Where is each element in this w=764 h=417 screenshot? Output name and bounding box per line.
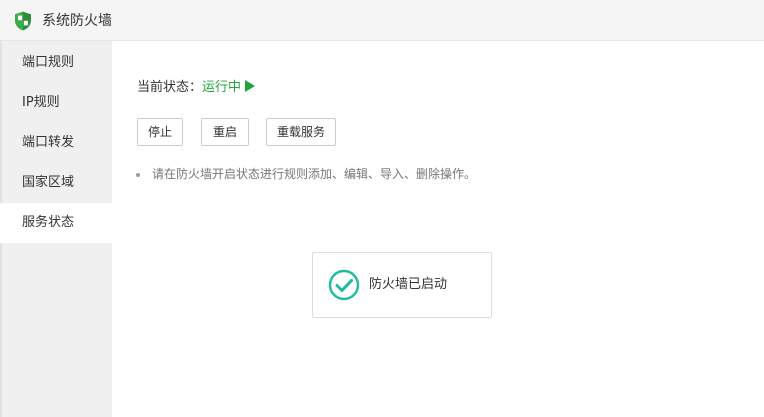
sidebar-item-port-rules[interactable]: 端口规则 [0, 43, 112, 83]
operation-note: 请在防火墙开启状态进行规则添加、编辑、导入、删除操作。 [136, 165, 476, 183]
firewall-status-box: 防火墙已启动 [312, 252, 492, 318]
firewall-window: 系统防火墙 端口规则 IP规则 端口转发 国家区域 服务状态 当前状态：运行中 … [0, 0, 764, 417]
sidebar-item-ip-rules[interactable]: IP规则 [0, 83, 112, 123]
reload-service-button[interactable]: 重载服务 [266, 118, 336, 146]
bullet-dot [136, 172, 140, 177]
note-text: 请在防火墙开启状态进行规则添加、编辑、导入、删除操作。 [152, 167, 477, 181]
firewall-started-text: 防火墙已启动 [369, 277, 448, 292]
restart-button[interactable]: 重启 [201, 118, 249, 146]
status-value: 运行中 [202, 80, 242, 95]
check-circle-icon [328, 269, 360, 301]
sidebar-item-service-status[interactable]: 服务状态 [0, 203, 112, 243]
status-label: 当前状态： [137, 80, 203, 95]
title-bar: 系统防火墙 [0, 0, 764, 41]
current-status: 当前状态：运行中 [137, 78, 256, 98]
main-panel: 当前状态：运行中 停止 重启 重载服务 请在防火墙开启状态进行规则添加、编辑、导… [112, 41, 764, 417]
sidebar-item-port-forwarding[interactable]: 端口转发 [0, 123, 112, 163]
play-icon [245, 80, 256, 92]
shield-icon [15, 11, 31, 31]
window-title: 系统防火墙 [42, 13, 112, 29]
sidebar: 端口规则 IP规则 端口转发 国家区域 服务状态 [0, 41, 112, 417]
sidebar-item-country-region[interactable]: 国家区域 [0, 163, 112, 203]
stop-button[interactable]: 停止 [137, 118, 183, 146]
